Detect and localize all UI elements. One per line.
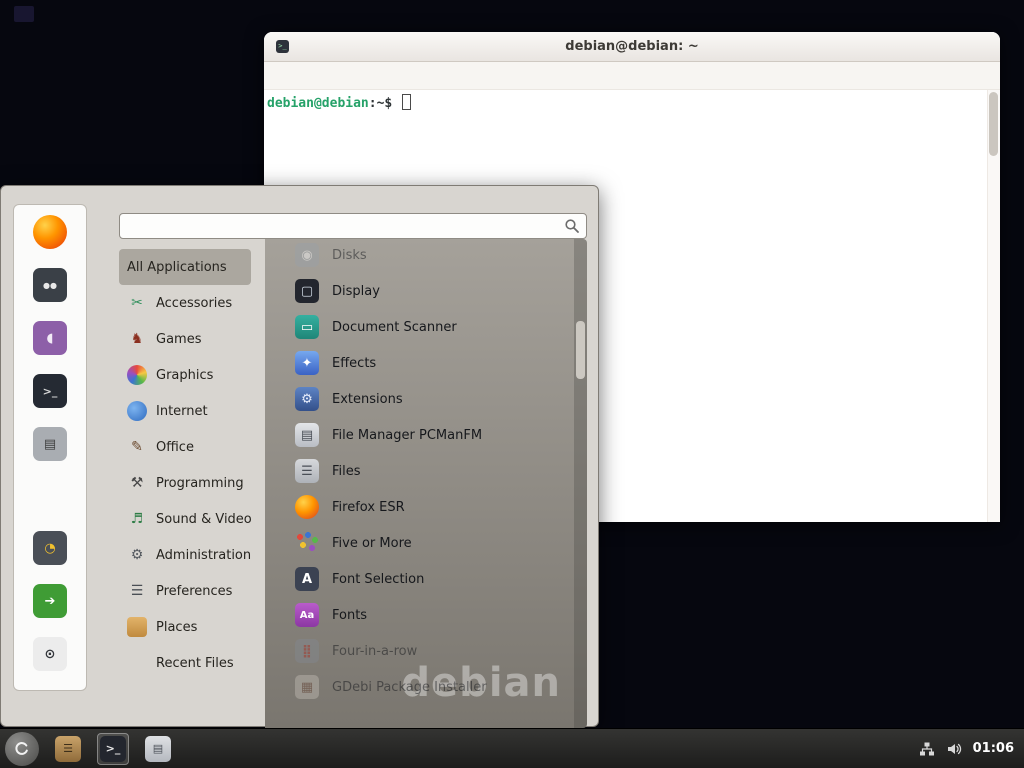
sound-video-icon: ♬ (127, 509, 147, 529)
network-icon[interactable] (919, 741, 935, 757)
app-document-scanner[interactable]: ▭ Document Scanner (265, 309, 587, 345)
firefox-esr-icon (295, 495, 319, 519)
administration-icon: ⚙ (127, 545, 147, 565)
disks-icon: ◉ (295, 243, 319, 267)
favorite-screensaver[interactable]: ◔ (33, 531, 67, 565)
four-in-a-row-icon: ⣿ (295, 639, 319, 663)
app-font-selection[interactable]: A Font Selection (265, 561, 587, 597)
category-places[interactable]: Places (119, 609, 265, 645)
category-sound-video[interactable]: ♬ Sound & Video (119, 501, 265, 537)
display-icon: ▢ (295, 279, 319, 303)
terminal-prompt-user: debian@debian (267, 96, 369, 111)
font-selection-icon: A (295, 567, 319, 591)
places-icon (127, 617, 147, 637)
terminal-menu-edit[interactable] (292, 72, 312, 80)
file-manager-icon: ▤ (145, 736, 171, 762)
terminal-scrollbar[interactable] (987, 90, 1000, 522)
clock[interactable]: 01:06 (973, 741, 1014, 756)
terminal-prompt-path: :~$ (369, 96, 392, 111)
menu-search-bar (119, 213, 587, 239)
app-display[interactable]: ▢ Display (265, 273, 587, 309)
fonts-icon: Aa (295, 603, 319, 627)
terminal-menu-file[interactable] (272, 72, 292, 80)
favorite-user-accounts[interactable]: ●● (33, 268, 67, 302)
document-scanner-icon: ▭ (295, 315, 319, 339)
terminal-menu-view[interactable] (312, 72, 332, 80)
category-internet[interactable]: Internet (119, 393, 265, 429)
office-icon: ✎ (127, 437, 147, 457)
taskbar-launcher-file-drawer[interactable]: ☰ (52, 733, 84, 765)
terminal-menu-terminal[interactable] (352, 72, 372, 80)
volume-icon[interactable] (946, 741, 962, 757)
favorite-logout[interactable]: ➔ (33, 584, 67, 618)
app-files[interactable]: ☰ Files (265, 453, 587, 489)
app-file-manager-pcmanfm[interactable]: ▤ File Manager PCManFM (265, 417, 587, 453)
debian-swirl-icon (12, 739, 32, 759)
favorite-file-manager[interactable]: ▤ (33, 427, 67, 461)
favorite-shutdown[interactable]: ⊙ (33, 637, 67, 671)
menu-search-input[interactable] (128, 214, 564, 238)
taskbar-launchers: ☰ >_ ▤ (39, 733, 174, 765)
search-icon (564, 218, 580, 234)
app-firefox-esr[interactable]: Firefox ESR (265, 489, 587, 525)
app-disks[interactable]: ◉ Disks (265, 239, 587, 273)
graphics-icon (127, 365, 147, 385)
applications-list-panel: debian ◉ Disks ▢ Display ▭ Document Scan… (265, 239, 587, 728)
favorite-firefox[interactable] (33, 215, 67, 249)
accessories-icon: ✂ (127, 293, 147, 313)
gdebi-package-installer-icon: ▦ (295, 675, 319, 699)
favorite-purple-app[interactable]: ◖ (33, 321, 67, 355)
extensions-icon: ⚙ (295, 387, 319, 411)
preferences-icon: ☰ (127, 581, 147, 601)
app-gdebi-package-installer[interactable]: ▦ GDebi Package Installer (265, 669, 587, 705)
category-all-applications[interactable]: All Applications (119, 249, 251, 285)
file-drawer-icon: ☰ (55, 736, 81, 762)
app-four-in-a-row[interactable]: ⣿ Four-in-a-row (265, 633, 587, 669)
five-or-more-icon (295, 531, 319, 555)
category-graphics[interactable]: Graphics (119, 357, 265, 393)
taskbar-launcher-file-manager[interactable]: ▤ (142, 733, 174, 765)
terminal-menu-help[interactable] (372, 72, 392, 80)
app-five-or-more[interactable]: Five or More (265, 525, 587, 561)
categories-list: All Applications ✂ Accessories ♞ Games G… (119, 249, 265, 681)
terminal-window-icon: >_ (276, 40, 289, 53)
effects-icon: ✦ (295, 351, 319, 375)
applications-scrollbar[interactable] (574, 239, 587, 728)
category-recent-files[interactable]: Recent Files (119, 645, 265, 681)
app-fonts[interactable]: Aa Fonts (265, 597, 587, 633)
category-preferences[interactable]: ☰ Preferences (119, 573, 265, 609)
terminal-menu-search[interactable] (332, 72, 352, 80)
category-games[interactable]: ♞ Games (119, 321, 265, 357)
applications-scrollbar-thumb[interactable] (576, 321, 585, 379)
games-icon: ♞ (127, 329, 147, 349)
files-icon: ☰ (295, 459, 319, 483)
category-accessories[interactable]: ✂ Accessories (119, 285, 265, 321)
category-administration[interactable]: ⚙ Administration (119, 537, 265, 573)
taskbar: ☰ >_ ▤ 01:06 (0, 728, 1024, 768)
category-programming[interactable]: ⚒ Programming (119, 465, 265, 501)
programming-icon: ⚒ (127, 473, 147, 493)
desktop-icon (14, 6, 34, 22)
menu-button[interactable] (5, 732, 39, 766)
app-effects[interactable]: ✦ Effects (265, 345, 587, 381)
taskbar-launcher-terminal[interactable]: >_ (97, 733, 129, 765)
terminal-icon: >_ (100, 736, 126, 762)
terminal-window-title: debian@debian: ~ (264, 39, 1000, 54)
app-extensions[interactable]: ⚙ Extensions (265, 381, 587, 417)
terminal-scrollbar-thumb[interactable] (989, 92, 998, 156)
category-office[interactable]: ✎ Office (119, 429, 265, 465)
applications-list: ◉ Disks ▢ Display ▭ Document Scanner ✦ E… (265, 239, 587, 705)
terminal-menubar (264, 62, 1000, 90)
file-manager-pcmanfm-icon: ▤ (295, 423, 319, 447)
internet-icon (127, 401, 147, 421)
system-tray: 01:06 (919, 741, 1024, 757)
favorite-terminal[interactable]: >_ (33, 374, 67, 408)
favorites-column: ●● ◖ >_ ▤ ◔ ➔ ⊙ (13, 204, 87, 691)
applications-menu: ●● ◖ >_ ▤ ◔ ➔ ⊙ All Applications ✂ Accessories… (0, 185, 599, 727)
terminal-titlebar[interactable]: >_ debian@debian: ~ (264, 32, 1000, 62)
terminal-cursor (402, 94, 411, 110)
